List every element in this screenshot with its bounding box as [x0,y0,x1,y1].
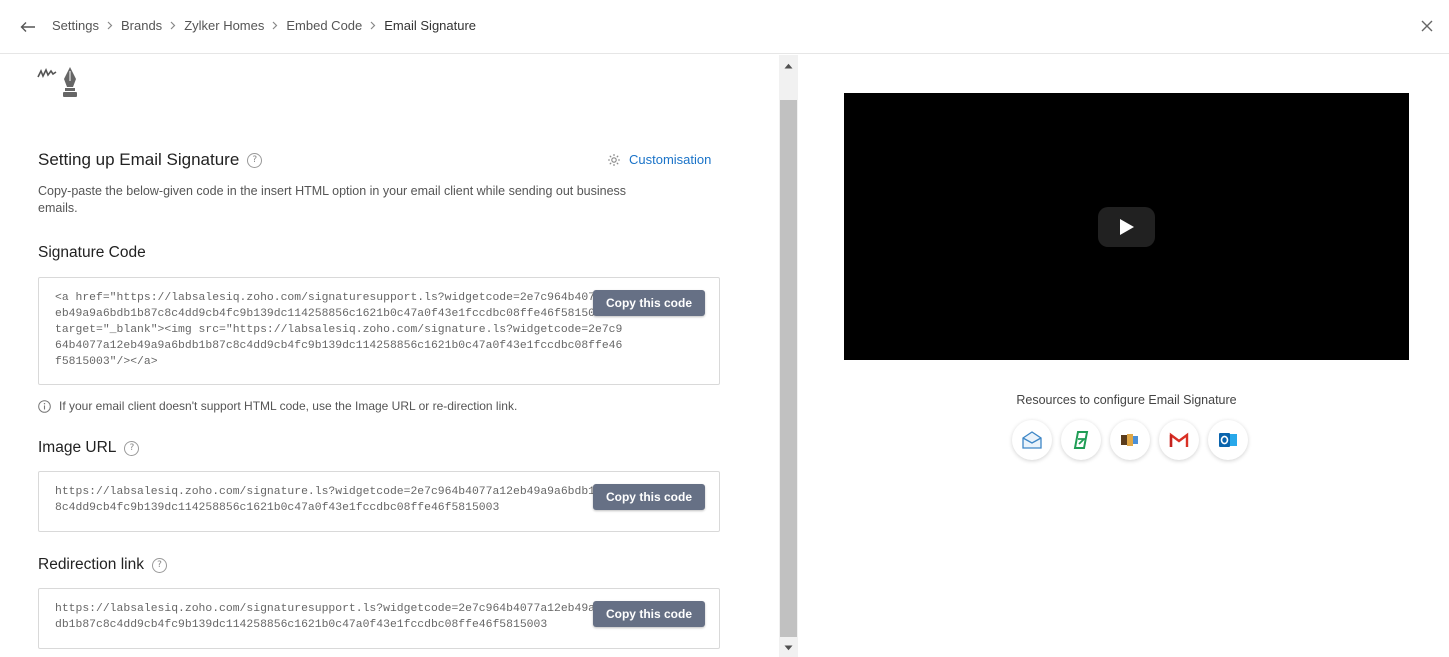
breadcrumb-brands[interactable]: Brands [121,18,162,33]
breadcrumb-settings[interactable]: Settings [52,18,99,33]
email-signature-panel: Setting up Email Signature ? Customisati… [0,55,779,657]
top-bar: Settings Brands Zylker Homes Embed Code … [0,0,1449,54]
signature-code-label: Signature Code [38,244,146,261]
mail-client-icon[interactable] [1012,420,1052,460]
scroll-up-icon[interactable] [779,57,798,75]
outlook-icon[interactable] [1208,420,1248,460]
info-note: If your email client doesn't support HTM… [38,399,517,413]
gear-icon [608,153,620,166]
chevron-right-icon [272,21,278,30]
zoho-mail-icon[interactable] [1061,420,1101,460]
close-icon[interactable] [1417,16,1437,36]
help-icon[interactable]: ? [247,152,263,168]
chevron-right-icon [107,21,113,30]
redirection-link-label: Redirection link [38,556,144,573]
customisation-link[interactable]: Customisation [607,152,711,167]
copy-image-url-button[interactable]: Copy this code [592,484,705,510]
help-icon[interactable]: ? [151,557,167,573]
scroll-down-icon[interactable] [779,639,798,657]
resources-title: Resources to configure Email Signature [1016,393,1237,407]
redirection-link-box[interactable]: https://labsalesiq.zoho.com/signaturesup… [38,588,720,649]
breadcrumb: Settings Brands Zylker Homes Embed Code … [52,18,476,33]
gmail-icon[interactable] [1159,420,1199,460]
signature-pen-icon [36,65,82,101]
chevron-right-icon [370,21,376,30]
tutorial-video[interactable] [844,93,1409,360]
resources-list [1012,420,1257,460]
help-icon[interactable]: ? [124,440,140,456]
copy-signature-code-button[interactable]: Copy this code [592,290,705,316]
back-arrow-icon[interactable] [18,17,38,37]
image-url-box[interactable]: https://labsalesiq.zoho.com/signature.ls… [38,471,720,532]
signature-code-heading: Signature Code [38,244,146,262]
description: Copy-paste the below-given code in the i… [38,184,627,215]
chevron-right-icon [170,21,176,30]
customisation-label: Customisation [629,152,712,167]
breadcrumb-brand-name[interactable]: Zylker Homes [184,18,264,33]
signature-code-box[interactable]: <a href="https://labsalesiq.zoho.com/sig… [38,277,720,385]
redirection-link-heading: Redirection link ? [38,556,167,574]
scrollbar-thumb[interactable] [780,100,797,637]
breadcrumb-current: Email Signature [384,18,477,33]
thunderbird-icon[interactable] [1110,420,1150,460]
play-icon[interactable] [1098,207,1155,247]
image-url-heading: Image URL ? [38,439,140,457]
copy-redirection-link-button[interactable]: Copy this code [592,601,705,627]
image-url-label: Image URL [38,439,117,456]
breadcrumb-embed-code[interactable]: Embed Code [286,18,362,33]
info-icon [38,399,51,413]
page-title-text: Setting up Email Signature [38,150,240,169]
info-note-text: If your email client doesn't support HTM… [59,399,518,413]
vertical-scrollbar[interactable] [779,55,798,657]
page-title: Setting up Email Signature ? [38,150,263,170]
